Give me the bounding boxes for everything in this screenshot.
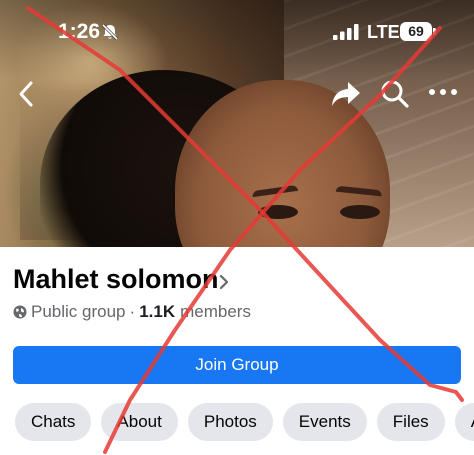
search-icon[interactable]: [379, 78, 411, 110]
group-meta: Public group · 1.1K members: [13, 302, 251, 322]
privacy-label: Public group: [31, 302, 126, 321]
cover-subject-eye: [258, 205, 298, 219]
bell-slash-icon: [101, 23, 119, 41]
status-time: 1:26: [58, 20, 101, 43]
tab-about[interactable]: About: [101, 403, 178, 441]
member-label[interactable]: members: [180, 302, 251, 322]
cellular-signal-icon: [333, 24, 359, 40]
tab-photos[interactable]: Photos: [187, 403, 273, 441]
battery-cap: [433, 28, 436, 35]
meta-separator: ·: [129, 302, 136, 321]
share-icon[interactable]: [330, 80, 362, 108]
group-tabs: Chats About Photos Events Files Alb: [15, 403, 474, 441]
join-group-button[interactable]: Join Group: [13, 346, 461, 384]
group-screen: 1:26 LTE 69 Mahlet solomon Public group …: [0, 0, 474, 455]
member-count[interactable]: 1.1K: [139, 302, 175, 322]
tab-events[interactable]: Events: [282, 403, 367, 441]
chevron-left-icon[interactable]: [15, 80, 39, 108]
cover-subject-eye: [340, 205, 380, 219]
tab-chats[interactable]: Chats: [15, 403, 92, 441]
battery-icon: 69: [400, 22, 432, 41]
network-type: LTE: [367, 22, 400, 42]
chevron-right-icon[interactable]: [218, 274, 230, 290]
tab-albums[interactable]: Alb: [454, 403, 474, 441]
more-horizontal-icon[interactable]: [428, 85, 458, 99]
group-name[interactable]: Mahlet solomon: [13, 264, 219, 295]
globe-icon: [13, 305, 27, 319]
tab-files[interactable]: Files: [376, 403, 445, 441]
